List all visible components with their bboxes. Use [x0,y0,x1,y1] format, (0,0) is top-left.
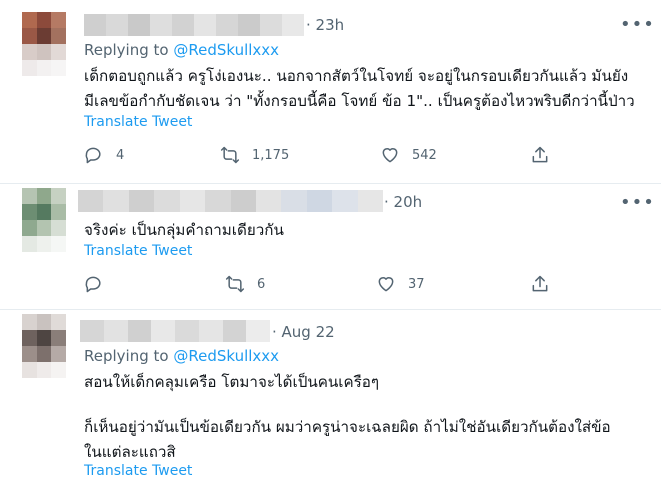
replying-prefix: Replying to [84,347,174,365]
reply-button[interactable]: 4 [84,145,124,165]
tweet-text-line: ในแต่ละแถวสิ [84,443,176,461]
like-count: 542 [412,147,437,163]
translate-tweet-link[interactable]: Translate Tweet [84,114,192,130]
heart-icon [378,277,394,292]
retweet-count: 1,175 [252,147,290,163]
retweet-icon [220,146,240,164]
avatar[interactable] [22,188,66,252]
tweet-text-line: ก็เห็นอยู่ว่ามันเป็นข้อเดียวกัน ผมว่าครู… [84,418,611,436]
heart-icon [382,148,398,163]
tweet-text: จริงค่ะ เป็นกลุ่มคำถามเดียวกัน [84,218,284,243]
timestamp[interactable]: · 23h [306,16,344,34]
tweet-2[interactable]: · 20h ••• จริงค่ะ เป็นกลุ่มคำถามเดียวกัน… [0,184,661,309]
tweet-text-line: จริงค่ะ เป็นกลุ่มคำถามเดียวกัน [84,221,284,239]
translate-tweet-link[interactable]: Translate Tweet [84,243,192,259]
tweet-text: เด็กตอบถูกแล้ว ครูโง่เองนะ.. นอกจากสัตว์… [84,64,635,114]
author-name-blurred[interactable] [84,14,304,36]
share-button[interactable] [530,274,550,294]
reply-button[interactable] [84,274,116,294]
avatar[interactable] [22,12,66,76]
tweet-text-line: สอนให้เด็กคลุมเครือ โตมาจะได้เป็นคนเครือ… [84,373,380,391]
retweet-icon [225,275,245,293]
reply-icon [85,147,101,164]
like-count: 37 [408,276,425,292]
replying-to: Replying to @RedSkullxxx [84,347,279,365]
like-button[interactable]: 37 [376,274,425,294]
share-icon [532,146,548,163]
reply-icon [85,276,101,293]
replying-to: Replying to @RedSkullxxx [84,41,279,59]
tweet-3[interactable]: · Aug 22 Replying to @RedSkullxxx สอนให้… [0,310,661,487]
tweet-text: สอนให้เด็กคลุมเครือ โตมาจะได้เป็นคนเครือ… [84,370,611,465]
tweet-text-line: มีเลขข้อกำกับชัดเจน ว่า "ทั้งกรอบนี้คือ … [84,92,635,110]
reply-handle-link[interactable]: @RedSkullxxx [173,347,279,365]
retweet-count: 6 [257,276,266,292]
reply-handle-link[interactable]: @RedSkullxxx [173,41,279,59]
author-name-blurred[interactable] [78,190,384,212]
share-icon [532,275,548,292]
timestamp[interactable]: · Aug 22 [272,323,335,341]
more-horizontal-icon[interactable]: ••• [620,194,655,212]
share-button[interactable] [530,145,550,165]
translate-tweet-link[interactable]: Translate Tweet [84,463,192,479]
like-button[interactable]: 542 [380,145,437,165]
replying-prefix: Replying to [84,41,174,59]
retweet-button[interactable]: 1,175 [220,145,289,165]
tweet-1[interactable]: · 23h ••• Replying to @RedSkullxxx เด็กต… [0,0,661,183]
avatar[interactable] [22,314,66,378]
retweet-button[interactable]: 6 [225,274,265,294]
tweet-text-line [84,395,611,415]
author-name-blurred[interactable] [80,320,270,342]
reply-count: 4 [116,147,125,163]
more-horizontal-icon[interactable]: ••• [620,16,655,34]
timestamp[interactable]: · 20h [384,193,422,211]
tweet-text-line: เด็กตอบถูกแล้ว ครูโง่เองนะ.. นอกจากสัตว์… [84,67,629,85]
